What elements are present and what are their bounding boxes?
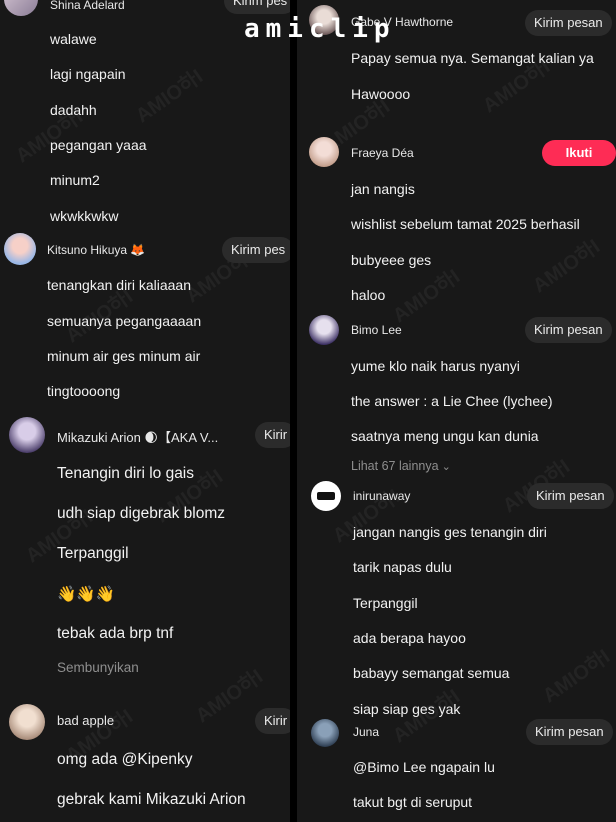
username[interactable]: Kitsuno Hikuya 🦊 (47, 243, 145, 257)
comment-text: walawe (50, 31, 97, 47)
comment-text: haloo (351, 287, 386, 303)
comment-text: gebrak kami Mikazuki Arion (57, 791, 246, 808)
send-message-button[interactable]: Kirim pesan (527, 483, 614, 509)
username[interactable]: Mikazuki Arion 🌒【AKA V... (57, 427, 218, 446)
comment-text: takut bgt di seruput (353, 794, 473, 810)
username[interactable]: Juna (353, 725, 379, 739)
watermark-text: AMIO하I (529, 235, 605, 298)
comment-text: pegangan yaaa (50, 137, 147, 153)
comment-text: tebak ada brp tnf (57, 625, 174, 642)
avatar[interactable] (309, 315, 339, 345)
send-message-button[interactable]: Kirir (255, 708, 290, 734)
comment-text: wkwkkwkw (50, 208, 119, 224)
view-more-replies-link[interactable]: Lihat 67 lainnya ⌄ (351, 459, 451, 473)
send-message-button[interactable]: Kirim pesan (525, 10, 612, 36)
view-more-label: Lihat 67 lainnya (351, 459, 439, 473)
brand-watermark: amiclip (244, 14, 396, 44)
avatar[interactable] (9, 704, 45, 740)
avatar[interactable] (4, 233, 36, 265)
watermark-text: AMIO하I (132, 65, 208, 128)
comment-text: jangan nangis ges tenangin diri (353, 524, 547, 540)
panel-divider (290, 0, 297, 822)
username[interactable]: bad apple (57, 713, 114, 728)
comment-text: @Bimo Lee ngapain lu (353, 759, 495, 775)
hide-replies-link[interactable]: Sembunyikan (57, 660, 139, 675)
avatar[interactable] (9, 417, 45, 453)
comment-text: Tenangin diri lo gais (57, 465, 195, 482)
avatar-logo-icon (317, 492, 335, 500)
username[interactable]: Shina Adelard (50, 0, 125, 12)
comment-text: Terpanggil (353, 595, 418, 611)
watermark-text: AMIO하I (539, 645, 615, 708)
comment-text: semuanya pegangaaaan (47, 313, 202, 329)
avatar[interactable] (4, 0, 38, 16)
comment-text: babayy semangat semua (353, 665, 510, 681)
send-message-button[interactable]: Kirim pesan (526, 719, 613, 745)
watermark-text: AMIO하I (389, 265, 465, 328)
comment-text: minum2 (50, 172, 100, 188)
comment-text: Hawoooo (351, 86, 411, 102)
username[interactable]: Bimo Lee (351, 323, 402, 337)
comment-text: siap siap ges yak (353, 701, 461, 717)
left-comment-panel: AMIO하I AMIO하I AMIO하I AMIO하I AMIO하I AMIO하… (0, 0, 290, 822)
username[interactable]: inirunaway (353, 489, 410, 503)
avatar[interactable] (311, 481, 341, 511)
chevron-down-icon: ⌄ (441, 461, 451, 473)
comment-text: 👋👋👋 (57, 586, 115, 603)
username[interactable]: Fraeya Déa (351, 146, 414, 160)
comment-text: tingtoooong (47, 383, 121, 399)
comment-text: lagi ngapain (50, 66, 126, 82)
comment-text: udh siap digebrak blomz (57, 505, 226, 522)
comment-text: dadahh (50, 102, 97, 118)
follow-button[interactable]: Ikuti (542, 140, 616, 166)
comment-text: the answer : a Lie Chee (lychee) (351, 393, 553, 409)
comment-text: Papay semua nya. Semangat kalian ya (351, 50, 594, 66)
comment-text: jan nangis (351, 181, 415, 197)
comment-text: ada berapa hayoo (353, 630, 466, 646)
comment-text: wishlist sebelum tamat 2025 berhasil (351, 216, 580, 232)
comment-text: tenangkan diri kaliaaan (47, 277, 191, 293)
comment-text: minum air ges minum air (47, 348, 201, 364)
comment-text: saatnya meng ungu kan dunia (351, 428, 539, 444)
comment-text: yume klo naik harus nyanyi (351, 358, 520, 374)
send-message-button[interactable]: Kirim pes (224, 0, 290, 14)
send-message-button[interactable]: Kirim pes (222, 237, 290, 263)
send-message-button[interactable]: Kirir (255, 422, 290, 448)
avatar[interactable] (309, 137, 339, 167)
comment-text: omg ada @Kipenky (57, 751, 193, 768)
send-message-button[interactable]: Kirim pesan (525, 317, 612, 343)
comment-text: Terpanggil (57, 545, 129, 562)
right-comment-panel: AMIO하I AMIO하I AMIO하I AMIO하I AMIO하I AMIO하… (297, 0, 616, 822)
comment-text: tarik napas dulu (353, 559, 452, 575)
comment-text: bubyeee ges (351, 252, 432, 268)
avatar[interactable] (311, 719, 339, 747)
